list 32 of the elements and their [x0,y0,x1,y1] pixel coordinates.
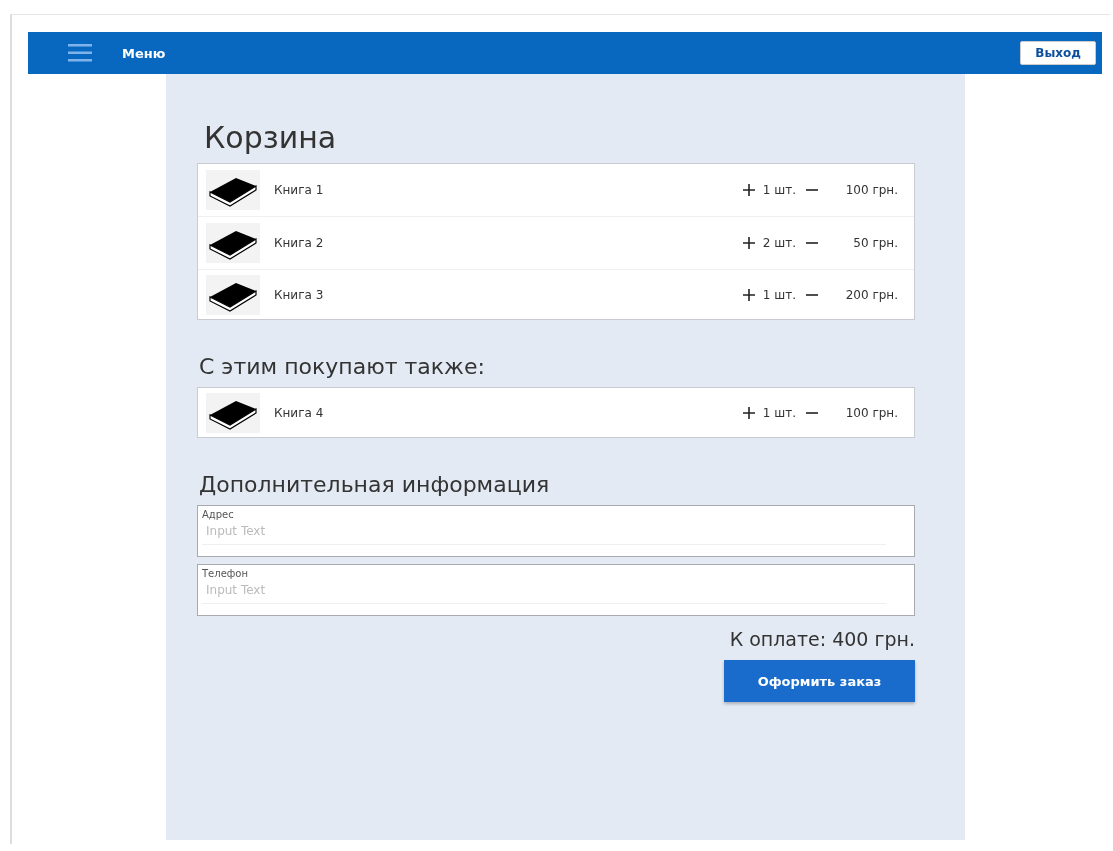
section-title: С этим покупают также: [199,354,486,379]
product-name: Книга 1 [274,183,324,197]
input-field[interactable]: Адрес Input Text [197,505,915,557]
section-title: Корзина [204,120,338,155]
price: 200 грн. [844,287,898,302]
menu-label[interactable]: Меню [122,45,166,61]
input-field[interactable]: Телефон Input Text [197,564,915,616]
book-icon [206,170,260,210]
plus-icon[interactable] [742,406,755,419]
quantity: 1 шт. [762,183,796,197]
total-amount: К оплате: 400 грн. [728,628,915,650]
menu-icon[interactable] [68,44,92,62]
price: 50 грн. [852,236,898,250]
plus-icon[interactable] [742,288,755,301]
logout-button[interactable]: Выход [1020,41,1096,65]
quantity: 1 шт. [762,287,796,302]
field-label: Телефон [202,568,249,579]
price: 100 грн. [844,183,898,197]
plus-icon[interactable] [742,184,755,196]
field-label: Адрес [202,509,235,520]
book-icon [206,274,260,315]
plus-icon[interactable] [742,237,755,249]
product-name: Книга 4 [274,405,324,420]
product-name: Книга 3 [274,287,324,302]
book-icon [206,223,260,263]
price: 100 грн. [844,405,898,420]
product-name: Книга 2 [274,236,324,250]
checkout-button[interactable]: Оформить заказ [724,660,915,702]
section-title: Дополнительная информация [199,472,551,497]
book-icon [206,392,260,433]
quantity: 1 шт. [762,405,796,420]
quantity: 2 шт. [762,236,796,250]
